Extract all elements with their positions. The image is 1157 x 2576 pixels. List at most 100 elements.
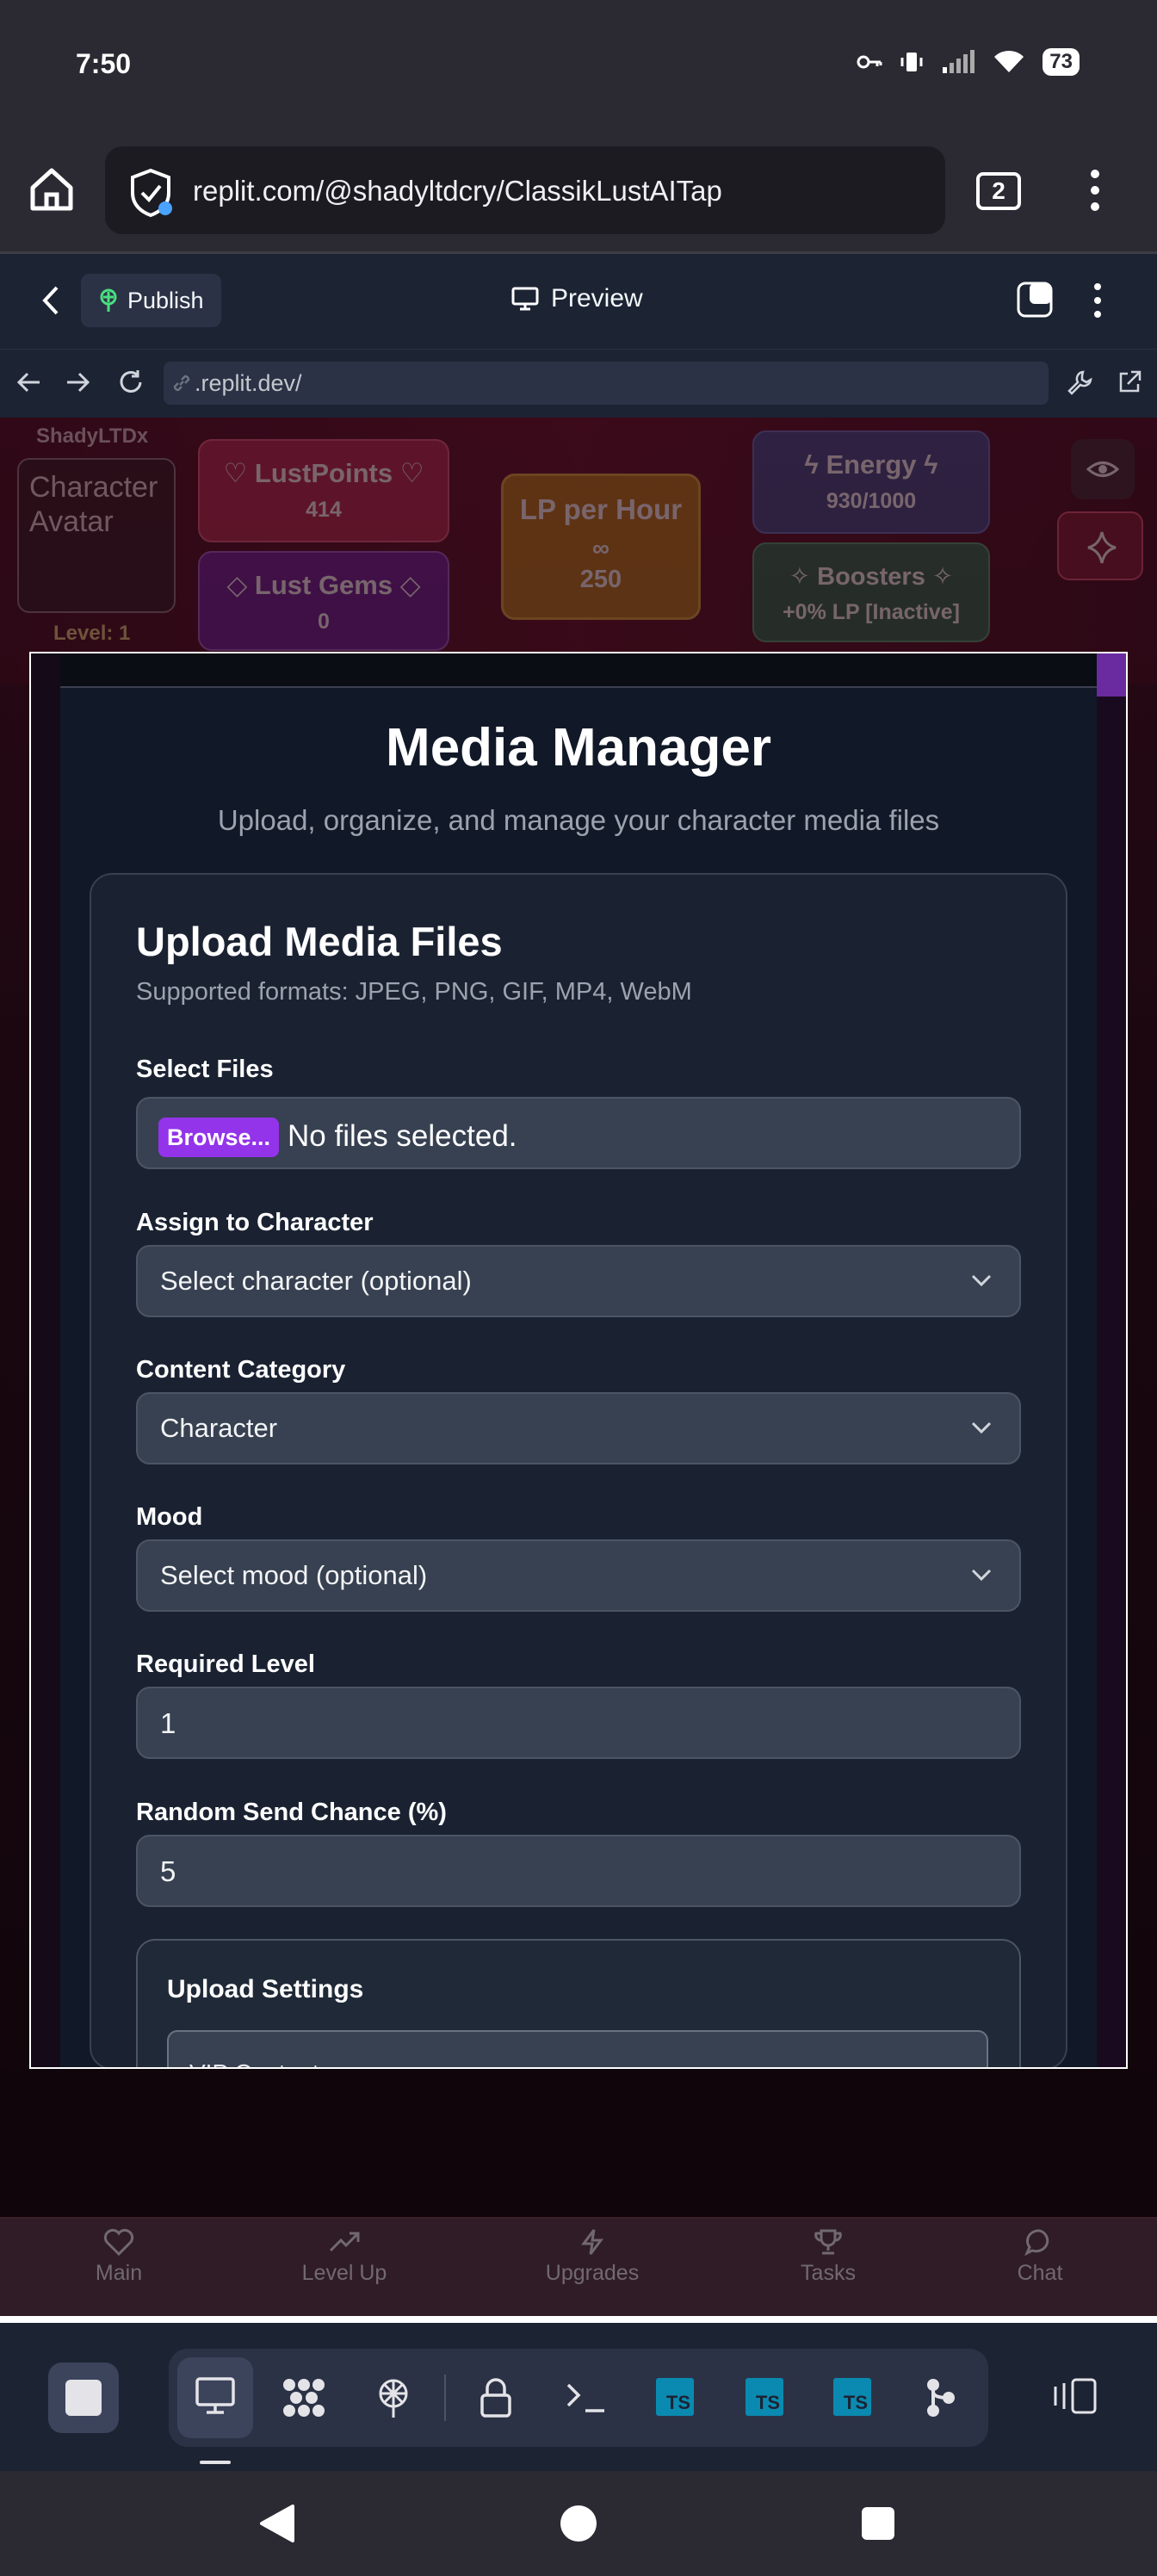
bolt-icon: ϟ bbox=[916, 449, 938, 480]
nav-tasks[interactable]: Tasks bbox=[751, 2228, 906, 2286]
back-button[interactable] bbox=[38, 284, 64, 317]
deployments-icon[interactable] bbox=[372, 2376, 415, 2419]
upload-title: Upload Media Files bbox=[136, 919, 503, 964]
more-vertical-icon bbox=[1091, 170, 1099, 211]
devtools-button[interactable] bbox=[1066, 368, 1093, 396]
webview-forward-button[interactable] bbox=[65, 370, 91, 394]
tabs-button[interactable]: 2 bbox=[976, 172, 1021, 210]
signal-icon bbox=[943, 50, 975, 73]
url-text[interactable]: replit.com/@shadyltdcry/ClassikLustAITap bbox=[193, 175, 722, 207]
nav-chat-label: Chat bbox=[1017, 2261, 1063, 2285]
heart-icon: ♡ bbox=[223, 458, 255, 488]
home-circle-icon bbox=[560, 2505, 597, 2542]
link-icon bbox=[170, 372, 193, 394]
webview-reload-button[interactable] bbox=[117, 368, 145, 396]
nav-tasks-label: Tasks bbox=[801, 2261, 856, 2285]
ts-file-icon[interactable]: TS bbox=[746, 2378, 783, 2416]
gem-icon: ◇ bbox=[226, 570, 255, 600]
required-level-input[interactable] bbox=[136, 1687, 1021, 1759]
sparkle-icon: ✧ bbox=[925, 563, 954, 591]
bolt-icon bbox=[581, 2229, 603, 2255]
mood-select-value: Select mood (optional) bbox=[160, 1560, 428, 1590]
arrow-left-icon bbox=[16, 372, 40, 393]
sparkle-icon bbox=[1087, 531, 1117, 564]
chevron-down-icon bbox=[969, 1271, 993, 1290]
player-level: Level: 1 bbox=[53, 622, 131, 645]
overlay-border-bottom bbox=[29, 2067, 1128, 2069]
infinity-icon: ∞ bbox=[592, 535, 609, 561]
send-chance-label: Random Send Chance (%) bbox=[136, 1799, 447, 1826]
battery-indicator: 73 bbox=[1043, 48, 1080, 76]
browser-menu-button[interactable] bbox=[1090, 169, 1100, 212]
category-select-value: Character bbox=[160, 1413, 278, 1443]
shield-check-icon[interactable] bbox=[127, 167, 174, 219]
mood-label: Mood bbox=[136, 1503, 203, 1531]
replit-menu-button[interactable] bbox=[1093, 282, 1102, 319]
required-level-value: 1 bbox=[160, 1707, 176, 1739]
file-status: No files selected. bbox=[288, 1119, 517, 1153]
chevron-down-icon bbox=[969, 1565, 993, 1584]
wifi-icon bbox=[994, 50, 1024, 72]
sidebar-toggle-icon[interactable] bbox=[1052, 2376, 1098, 2416]
browse-button[interactable]: Browse... bbox=[158, 1118, 280, 1157]
android-home-button[interactable] bbox=[560, 2505, 597, 2542]
nav-upgrades-label: Upgrades bbox=[545, 2261, 640, 2285]
gems-title: Lust Gems bbox=[254, 570, 393, 600]
open-external-button[interactable] bbox=[1116, 368, 1143, 396]
back-triangle-icon bbox=[260, 2505, 294, 2542]
android-back-button[interactable] bbox=[258, 2504, 296, 2543]
android-recents-button[interactable] bbox=[861, 2506, 895, 2541]
lustpoints-title: LustPoints bbox=[254, 458, 393, 488]
nav-upgrades[interactable]: Upgrades bbox=[515, 2228, 670, 2286]
boosters-value: +0% LP [Inactive] bbox=[783, 600, 960, 624]
preview-icon[interactable] bbox=[195, 2376, 236, 2416]
gem-icon: ◇ bbox=[393, 570, 421, 600]
gems-value: 0 bbox=[318, 610, 330, 634]
ai-sparkle-button[interactable] bbox=[1057, 511, 1143, 580]
lp-per-hour-value: 250 bbox=[579, 566, 622, 593]
gems-card: ◇ Lust Gems ◇ 0 bbox=[198, 551, 449, 651]
divider bbox=[0, 2316, 1157, 2323]
ts-file-icon[interactable]: TS bbox=[656, 2378, 694, 2416]
secrets-icon[interactable] bbox=[479, 2376, 513, 2419]
nav-main-label: Main bbox=[95, 2261, 143, 2285]
chat-icon bbox=[1024, 2229, 1049, 2256]
character-select-value: Select character (optional) bbox=[160, 1266, 472, 1296]
recents-square-icon bbox=[862, 2507, 894, 2540]
divider bbox=[444, 2375, 446, 2421]
player-name: ShadyLTDx bbox=[36, 424, 149, 448]
sparkle-icon: ✧ bbox=[789, 563, 818, 591]
nav-main[interactable]: Main bbox=[41, 2228, 196, 2286]
ts-file-icon[interactable]: TS bbox=[833, 2378, 871, 2416]
git-icon[interactable] bbox=[923, 2376, 957, 2419]
overlay-backdrop bbox=[31, 653, 60, 2067]
shell-icon[interactable] bbox=[565, 2376, 608, 2416]
preview-label: Preview bbox=[551, 284, 643, 313]
vibrate-icon bbox=[900, 53, 923, 71]
overlay-scrollbar-thumb[interactable] bbox=[1097, 653, 1126, 697]
lp-per-hour-title: LP per Hour bbox=[519, 493, 683, 525]
home-button[interactable] bbox=[24, 162, 79, 217]
status-icons: 73 bbox=[857, 48, 1080, 76]
nav-chat[interactable]: Chat bbox=[962, 2228, 1117, 2286]
publish-icon bbox=[100, 288, 117, 312]
webview-address-text[interactable]: .replit.dev/ bbox=[195, 370, 302, 397]
send-chance-value: 5 bbox=[160, 1855, 176, 1887]
overlay-scrollbar-track[interactable] bbox=[1097, 653, 1126, 2067]
divider bbox=[60, 686, 1097, 688]
packages-icon[interactable] bbox=[281, 2376, 327, 2419]
send-chance-input[interactable] bbox=[136, 1835, 1021, 1907]
panel-toggle-button[interactable] bbox=[1016, 281, 1054, 319]
lp-per-hour-card: LP per Hour ∞ 250 bbox=[501, 474, 701, 620]
webview-back-button[interactable] bbox=[15, 370, 41, 394]
upload-settings-title: Upload Settings bbox=[167, 1975, 364, 2003]
stop-icon bbox=[65, 2380, 102, 2416]
modal-subtitle: Upload, organize, and manage your charac… bbox=[217, 804, 940, 836]
nav-level-up[interactable]: Level Up bbox=[267, 2228, 422, 2286]
character-avatar[interactable]: Character Avatar bbox=[17, 458, 176, 613]
eye-button[interactable] bbox=[1071, 439, 1135, 499]
publish-button[interactable]: Publish bbox=[81, 274, 221, 327]
required-level-label: Required Level bbox=[136, 1650, 315, 1678]
lustpoints-card: ♡ LustPoints ♡ 414 bbox=[198, 439, 449, 542]
boosters-card: ✧ Boosters ✧ +0% LP [Inactive] bbox=[752, 542, 990, 642]
